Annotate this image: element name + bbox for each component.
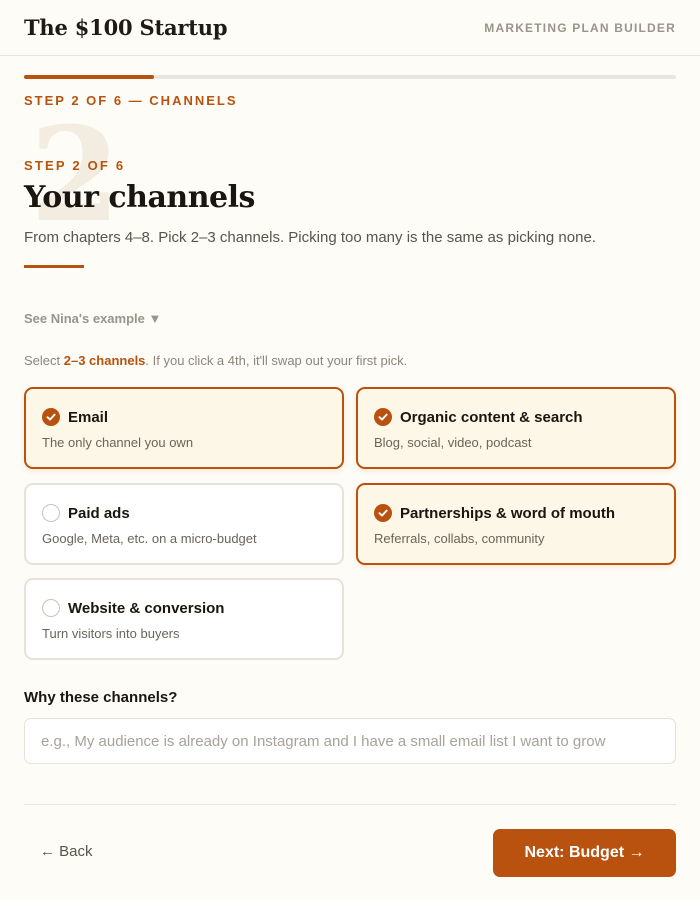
empty-circle-icon — [42, 599, 60, 617]
channel-card-header: Email — [42, 408, 108, 426]
brand-title: The $100 Startup — [24, 15, 228, 40]
footer-divider — [24, 804, 676, 805]
selection-hint-emphasis: 2–3 channels — [63, 353, 146, 368]
why-channels-label: Why these channels? — [24, 689, 178, 706]
channel-card-header: Website & conversion — [42, 599, 224, 617]
progress-bar — [24, 75, 676, 79]
page-subtitle: From chapters 4–8. Pick 2–3 channels. Pi… — [24, 229, 596, 246]
channel-card-email[interactable]: Email The only channel you own — [24, 387, 344, 469]
selection-hint-suffix: . If you click a 4th, it'll swap out you… — [145, 353, 408, 368]
see-example-toggle[interactable]: See Nina's example ▼ — [24, 311, 161, 326]
step-number-watermark: 2 — [30, 98, 121, 251]
channel-card-header: Paid ads — [42, 504, 130, 522]
channel-card-header: Partnerships & word of mouth — [374, 504, 615, 522]
channel-description: Turn visitors into buyers — [42, 626, 180, 641]
empty-circle-icon — [42, 504, 60, 522]
channel-title: Organic content & search — [400, 408, 583, 426]
progress-fill — [24, 75, 155, 79]
channel-description: The only channel you own — [42, 435, 194, 450]
channel-title: Website & conversion — [68, 599, 225, 617]
next-budget-button[interactable]: Next: Budget → — [493, 829, 676, 877]
channel-description: Referrals, collabs, community — [374, 531, 545, 546]
channel-title: Email — [68, 408, 109, 426]
channel-description: Google, Meta, etc. on a micro-budget — [42, 531, 257, 546]
app-header: The $100 Startup MARKETING PLAN BUILDER — [0, 0, 700, 56]
checkmark-icon — [374, 408, 392, 426]
selection-hint-prefix: Select — [24, 353, 64, 368]
why-channels-input[interactable] — [24, 718, 676, 764]
channel-card-partnerships[interactable]: Partnerships & word of mouth Referrals, … — [356, 483, 676, 565]
checkmark-icon — [374, 504, 392, 522]
channel-title: Paid ads — [68, 504, 130, 522]
channel-card-organic-content[interactable]: Organic content & search Blog, social, v… — [356, 387, 676, 469]
back-button[interactable]: ← Back — [40, 843, 93, 860]
checkmark-icon — [42, 408, 60, 426]
channel-card-website[interactable]: Website & conversion Turn visitors into … — [24, 578, 344, 660]
page-title: Your channels — [24, 180, 255, 215]
accent-divider — [24, 265, 84, 268]
channel-card-header: Organic content & search — [374, 408, 583, 426]
channel-description: Blog, social, video, podcast — [374, 435, 532, 450]
channel-card-paid-ads[interactable]: Paid ads Google, Meta, etc. on a micro-b… — [24, 483, 344, 565]
section-label: MARKETING PLAN BUILDER — [484, 20, 676, 35]
channel-title: Partnerships & word of mouth — [400, 504, 616, 522]
selection-hint: Select 2–3 channels. If you click a 4th,… — [24, 353, 407, 368]
step-eyebrow: STEP 2 OF 6 — [24, 158, 126, 173]
